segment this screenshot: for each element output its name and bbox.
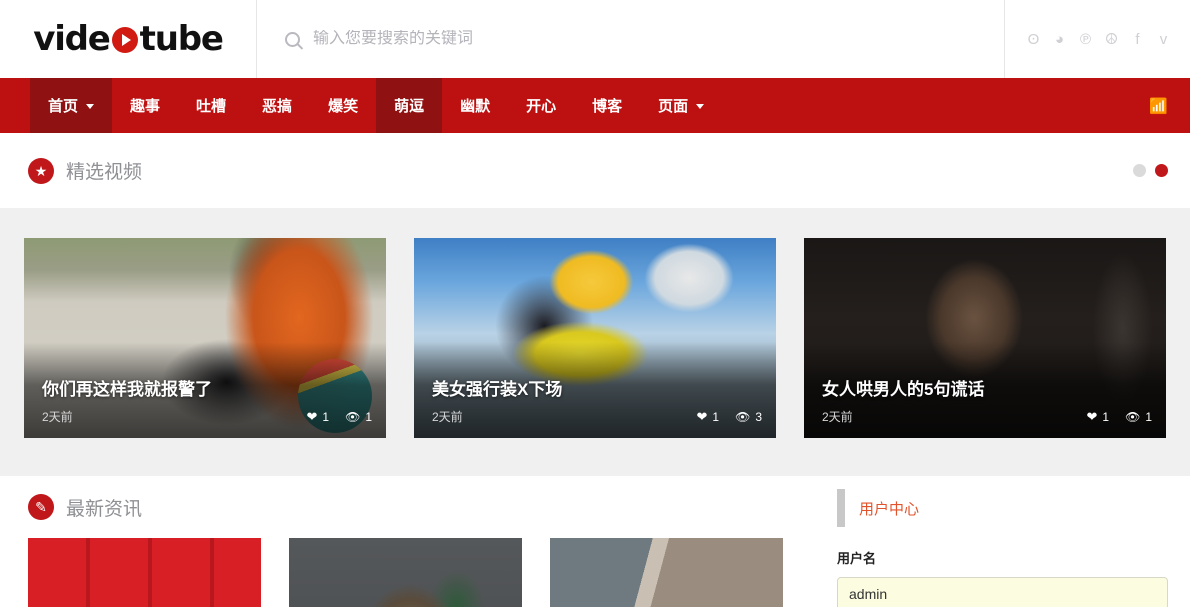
news-section-title: 最新资讯 bbox=[66, 498, 143, 520]
like-count: 1 bbox=[322, 409, 330, 424]
nav-item-label: 萌逗 bbox=[394, 98, 425, 115]
play-circle-icon bbox=[111, 27, 138, 53]
carousel-dot-2[interactable] bbox=[1155, 164, 1168, 177]
heart-icon: ❤ bbox=[1086, 409, 1098, 424]
nav-item-label: 首页 bbox=[48, 98, 79, 115]
nav-item-yemian[interactable]: 页面 bbox=[640, 78, 722, 133]
video-card-meta: 你们再这样我就报警了 2天前 ❤ 1 👁 1 bbox=[42, 375, 372, 425]
logo-text-pre: vide bbox=[33, 19, 111, 59]
nav-item-tucao[interactable]: 吐槽 bbox=[178, 78, 244, 133]
nav-item-label: 页面 bbox=[658, 98, 689, 115]
news-thumb-2[interactable] bbox=[289, 538, 522, 607]
like-count: 1 bbox=[712, 409, 720, 424]
rss-icon[interactable]: 📶 bbox=[1149, 78, 1190, 133]
video-card-footer: 2天前 ❤ 1 👁 3 bbox=[432, 408, 762, 425]
video-card[interactable]: 美女强行装X下场 2天前 ❤ 1 👁 3 bbox=[414, 238, 776, 438]
nav-left-spacer bbox=[0, 78, 30, 133]
nav-item-youmo[interactable]: 幽默 bbox=[442, 78, 508, 133]
featured-carousel: 你们再这样我就报警了 2天前 ❤ 1 👁 1 美女强行装X下场 2天前 ❤ 1 … bbox=[0, 208, 1190, 476]
video-card-meta: 女人哄男人的5句谎话 2天前 ❤ 1 👁 1 bbox=[822, 375, 1152, 425]
carousel-pagination bbox=[1133, 164, 1168, 177]
video-title: 美女强行装X下场 bbox=[432, 380, 563, 399]
video-card[interactable]: 女人哄男人的5句谎话 2天前 ❤ 1 👁 1 bbox=[804, 238, 1166, 438]
twitter-icon[interactable]: ᴠ bbox=[1155, 31, 1172, 48]
logo-text: vide tube bbox=[33, 19, 224, 59]
qzone-icon[interactable]: ☮ bbox=[1103, 31, 1120, 48]
video-time: 2天前 bbox=[822, 410, 853, 424]
sidebar-header: 用户中心 bbox=[837, 486, 1168, 530]
featured-section-title: 精选视频 bbox=[66, 162, 143, 183]
news-thumb-3[interactable] bbox=[550, 538, 783, 607]
video-stats: ❤ 1 👁 1 bbox=[306, 410, 372, 424]
view-stat: 👁 1 bbox=[1125, 410, 1152, 424]
nav-item-label: 吐槽 bbox=[196, 98, 227, 115]
video-card-footer: 2天前 ❤ 1 👁 1 bbox=[42, 408, 372, 425]
main-navigation: 首页 趣事 吐槽 恶搞 爆笑 萌逗 幽默 开心 博客 页面 📶 bbox=[0, 78, 1190, 133]
nav-item-kaixin[interactable]: 开心 bbox=[508, 78, 574, 133]
video-title: 你们再这样我就报警了 bbox=[42, 380, 212, 399]
view-stat: 👁 1 bbox=[345, 410, 372, 424]
heart-icon: ❤ bbox=[696, 409, 708, 424]
news-thumbnail-grid bbox=[28, 538, 803, 607]
nav-item-home[interactable]: 首页 bbox=[30, 78, 113, 133]
search-icon bbox=[285, 31, 300, 47]
pinterest-icon[interactable]: ℗ bbox=[1077, 31, 1094, 48]
view-count: 1 bbox=[1145, 409, 1152, 424]
nav-item-label: 博客 bbox=[592, 98, 623, 115]
view-count: 3 bbox=[755, 409, 762, 424]
social-links: ʘ ◕ ℗ ☮ f ᴠ bbox=[1005, 0, 1190, 78]
eye-icon: 👁 bbox=[735, 409, 751, 424]
site-header: vide tube ʘ ◕ ℗ ☮ f ᴠ bbox=[0, 0, 1190, 78]
news-thumb-1[interactable] bbox=[28, 538, 261, 607]
chevron-down-icon bbox=[86, 104, 95, 109]
video-time: 2天前 bbox=[432, 410, 463, 424]
heart-icon: ❤ bbox=[306, 409, 318, 424]
like-stat: ❤ 1 bbox=[306, 410, 329, 424]
nav-item-baoxiao[interactable]: 爆笑 bbox=[310, 78, 376, 133]
like-stat: ❤ 1 bbox=[696, 410, 719, 424]
video-time: 2天前 bbox=[42, 410, 73, 424]
view-stat: 👁 3 bbox=[735, 410, 762, 424]
nav-item-label: 开心 bbox=[526, 98, 557, 115]
video-card-footer: 2天前 ❤ 1 👁 1 bbox=[822, 408, 1152, 425]
lower-content: ✎ 最新资讯 用户中心 用户名 bbox=[0, 476, 1190, 607]
eye-icon: 👁 bbox=[1125, 409, 1141, 424]
carousel-dot-1[interactable] bbox=[1133, 164, 1146, 177]
video-card-meta: 美女强行装X下场 2天前 ❤ 1 👁 3 bbox=[432, 375, 762, 425]
sidebar-accent-bar bbox=[837, 489, 845, 527]
nav-item-label: 趣事 bbox=[130, 98, 161, 115]
video-stats: ❤ 1 👁 3 bbox=[696, 410, 762, 424]
nav-item-egao[interactable]: 恶搞 bbox=[244, 78, 310, 133]
news-section-header: ✎ 最新资讯 bbox=[28, 476, 803, 538]
video-card[interactable]: 你们再这样我就报警了 2天前 ❤ 1 👁 1 bbox=[24, 238, 386, 438]
like-stat: ❤ 1 bbox=[1086, 410, 1109, 424]
nav-item-boke[interactable]: 博客 bbox=[574, 78, 640, 133]
weibo-icon[interactable]: ʘ bbox=[1025, 31, 1042, 48]
nav-item-label: 爆笑 bbox=[328, 98, 359, 115]
user-center-sidebar: 用户中心 用户名 bbox=[803, 476, 1168, 607]
wechat-icon[interactable]: ◕ bbox=[1051, 31, 1068, 48]
like-count: 1 bbox=[1102, 409, 1110, 424]
chevron-down-icon bbox=[696, 104, 705, 109]
logo[interactable]: vide tube bbox=[0, 0, 257, 78]
view-count: 1 bbox=[365, 409, 372, 424]
eye-icon: 👁 bbox=[345, 409, 361, 424]
nav-item-qushi[interactable]: 趣事 bbox=[112, 78, 178, 133]
search-input[interactable] bbox=[313, 30, 961, 48]
nav-item-label: 恶搞 bbox=[262, 98, 293, 115]
username-input[interactable] bbox=[837, 577, 1168, 607]
logo-text-post: tube bbox=[139, 19, 224, 59]
facebook-icon[interactable]: f bbox=[1129, 31, 1146, 48]
nav-item-label: 幽默 bbox=[460, 98, 491, 115]
latest-news-column: ✎ 最新资讯 bbox=[28, 476, 803, 607]
pencil-icon: ✎ bbox=[28, 494, 54, 520]
star-icon: ★ bbox=[28, 157, 54, 184]
sidebar-title: 用户中心 bbox=[859, 500, 920, 518]
video-title: 女人哄男人的5句谎话 bbox=[822, 380, 985, 399]
featured-section-header: ★ 精选视频 bbox=[0, 133, 1190, 208]
username-label: 用户名 bbox=[837, 551, 877, 566]
video-stats: ❤ 1 👁 1 bbox=[1086, 410, 1152, 424]
search-area bbox=[257, 0, 1005, 78]
nav-item-mengdou[interactable]: 萌逗 bbox=[376, 78, 443, 133]
